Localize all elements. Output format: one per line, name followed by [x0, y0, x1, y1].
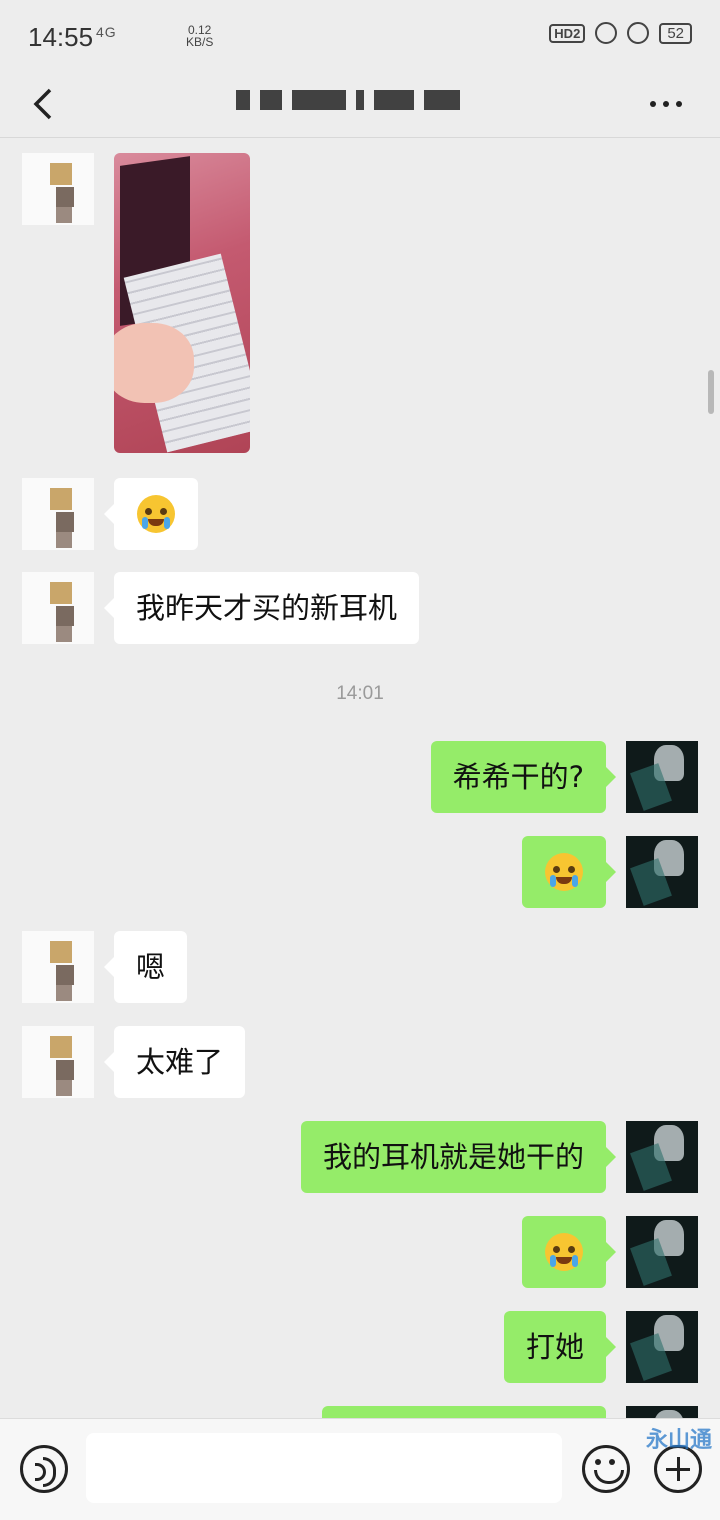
text-message[interactable]: 打她: [503, 1311, 617, 1383]
text-message[interactable]: 希希干的?: [430, 741, 617, 813]
contact-avatar[interactable]: [22, 478, 94, 550]
more-dots-icon[interactable]: [650, 94, 690, 114]
battery-icon: 52: [659, 22, 692, 44]
my-avatar[interactable]: [626, 1406, 698, 1418]
emoji-message[interactable]: [522, 836, 616, 908]
message-input[interactable]: [86, 1433, 562, 1503]
my-avatar[interactable]: [626, 836, 698, 908]
contact-avatar[interactable]: [22, 931, 94, 1003]
network-label: 4G: [96, 24, 117, 40]
my-avatar[interactable]: [626, 1216, 698, 1288]
tears-of-joy-face-icon: [545, 1233, 583, 1271]
text-message[interactable]: 嗯: [103, 931, 188, 1003]
chat-title-blurred: [236, 88, 486, 112]
status-bar: 14:55 4G 0.12 KB/S HD2 52: [0, 0, 720, 72]
chat-header: [0, 72, 720, 138]
message-list[interactable]: 我昨天才买的新耳机 14:01 希希干的? 嗯 太难了 我的耳机就是她干的 打她: [0, 138, 720, 1418]
emoji-message[interactable]: [522, 1216, 616, 1288]
laughing-crying-face-icon: [545, 853, 583, 891]
crying-face-icon: [137, 495, 175, 533]
text-message-partial[interactable]: [322, 1406, 606, 1418]
status-time: 14:55: [28, 22, 94, 52]
watermark-logo: 永山通: [645, 1428, 712, 1453]
chevron-left-icon[interactable]: [24, 82, 68, 126]
emoji-icon[interactable]: [582, 1445, 630, 1493]
contact-avatar[interactable]: [22, 572, 94, 644]
input-bar: [0, 1418, 720, 1520]
my-avatar[interactable]: [626, 1121, 698, 1193]
voice-icon[interactable]: [20, 1445, 68, 1493]
my-avatar[interactable]: [626, 1311, 698, 1383]
scrollbar-thumb[interactable]: [708, 370, 714, 414]
text-message[interactable]: 我的耳机就是她干的: [300, 1121, 617, 1193]
lock-rotation-icon: [595, 22, 618, 44]
contact-avatar[interactable]: [22, 1026, 94, 1098]
emoji-message[interactable]: [104, 478, 198, 550]
text-message[interactable]: 我昨天才买的新耳机: [103, 572, 420, 644]
photo-message[interactable]: [114, 153, 250, 453]
text-message[interactable]: 太难了: [103, 1026, 246, 1098]
alarm-icon: [627, 22, 650, 44]
contact-avatar[interactable]: [22, 153, 94, 225]
my-avatar[interactable]: [626, 741, 698, 813]
message-timestamp: 14:01: [336, 683, 384, 704]
status-icons: HD2 52: [549, 22, 692, 44]
hd-icon: HD2: [549, 23, 586, 43]
network-speed: 0.12 KB/S: [186, 23, 214, 49]
